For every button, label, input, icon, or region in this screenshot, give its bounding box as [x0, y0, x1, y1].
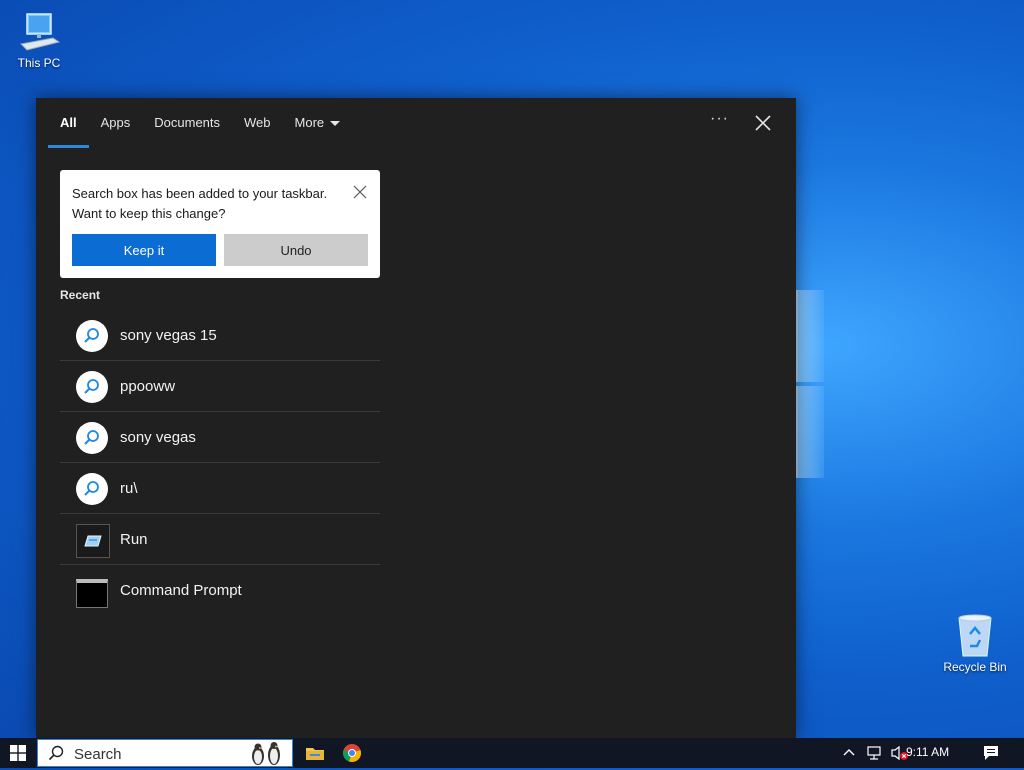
tab-label: Documents	[154, 115, 221, 130]
close-icon	[755, 115, 771, 131]
recent-list: sony vegas 15 ppooww sony vegas ru\ Run	[60, 310, 380, 615]
list-item-label: sony vegas 15	[120, 327, 217, 344]
taskbar-search-tip: Search box has been added to your taskba…	[60, 170, 380, 278]
computer-icon	[19, 13, 61, 51]
network-icon[interactable]	[866, 745, 884, 761]
recent-heading: Recent	[60, 288, 101, 302]
desktop-icon-recycle-bin[interactable]: Recycle Bin	[940, 612, 1010, 674]
run-app-icon	[76, 524, 110, 558]
close-flyout-button[interactable]	[752, 112, 774, 134]
start-button[interactable]	[0, 738, 36, 768]
list-item[interactable]: ppooww	[60, 361, 380, 412]
search-scope-tabs: All Apps Documents Web More	[48, 98, 352, 148]
search-input[interactable]	[74, 744, 234, 764]
list-item[interactable]: ru\	[60, 463, 380, 514]
more-options-button[interactable]: ···	[710, 110, 729, 128]
list-item-label: ru\	[120, 480, 138, 497]
search-flyout: All Apps Documents Web More ··· Search b…	[36, 98, 796, 738]
search-icon	[76, 422, 108, 454]
tip-message: Search box has been added to your taskba…	[72, 184, 327, 224]
taskbar-clock[interactable]: 9:11 AM	[906, 745, 949, 759]
command-prompt-icon	[76, 575, 108, 608]
search-icon	[76, 473, 108, 505]
keep-it-button[interactable]: Keep it	[72, 234, 216, 266]
tip-line: Search box has been added to your taskba…	[72, 186, 328, 201]
action-center-button[interactable]	[982, 738, 1000, 768]
tab-all[interactable]: All	[48, 98, 89, 148]
desktop-icon-label: This PC	[17, 56, 61, 70]
system-tray	[842, 738, 910, 768]
desktop-icon-label: Recycle Bin	[943, 660, 1007, 674]
search-icon	[76, 371, 108, 403]
chevron-down-icon	[330, 121, 341, 127]
list-item[interactable]: sony vegas	[60, 412, 380, 463]
tab-web[interactable]: Web	[232, 98, 283, 148]
search-icon	[48, 745, 64, 761]
desktop-icon-this-pc[interactable]: This PC	[4, 10, 74, 70]
list-item-label: ppooww	[120, 378, 176, 395]
file-explorer-taskbar-button[interactable]	[303, 741, 327, 765]
chevron-up-icon[interactable]	[842, 746, 856, 760]
list-item[interactable]: Command Prompt	[60, 565, 380, 615]
tab-label: Web	[244, 115, 271, 130]
recycle-bin-icon	[958, 614, 992, 657]
close-tip-button[interactable]	[352, 184, 368, 200]
tab-label: More	[294, 115, 325, 130]
tab-documents[interactable]: Documents	[142, 98, 232, 148]
windows-logo-icon	[10, 745, 26, 761]
tab-more[interactable]: More	[283, 98, 353, 148]
chrome-icon	[342, 744, 362, 763]
wallpaper-windows-logo	[796, 290, 824, 480]
tab-label: All	[60, 115, 77, 130]
taskbar-search-box[interactable]	[37, 739, 293, 767]
list-item[interactable]: sony vegas 15	[60, 310, 380, 361]
chrome-taskbar-button[interactable]	[340, 741, 364, 765]
list-item-label: sony vegas	[120, 429, 196, 446]
penguins-highlight-icon	[252, 742, 280, 765]
folder-icon	[306, 748, 324, 760]
undo-button[interactable]: Undo	[224, 234, 368, 266]
taskbar: 9:11 AM	[0, 738, 1024, 768]
tab-apps[interactable]: Apps	[89, 98, 143, 148]
list-item-label: Run	[120, 531, 148, 548]
tab-label: Apps	[100, 115, 131, 130]
list-item-label: Command Prompt	[120, 582, 242, 599]
notification-icon	[984, 746, 998, 760]
close-icon	[353, 185, 367, 199]
tip-line: Want to keep this change?	[72, 206, 226, 221]
search-icon	[76, 320, 108, 352]
list-item[interactable]: Run	[60, 514, 380, 565]
